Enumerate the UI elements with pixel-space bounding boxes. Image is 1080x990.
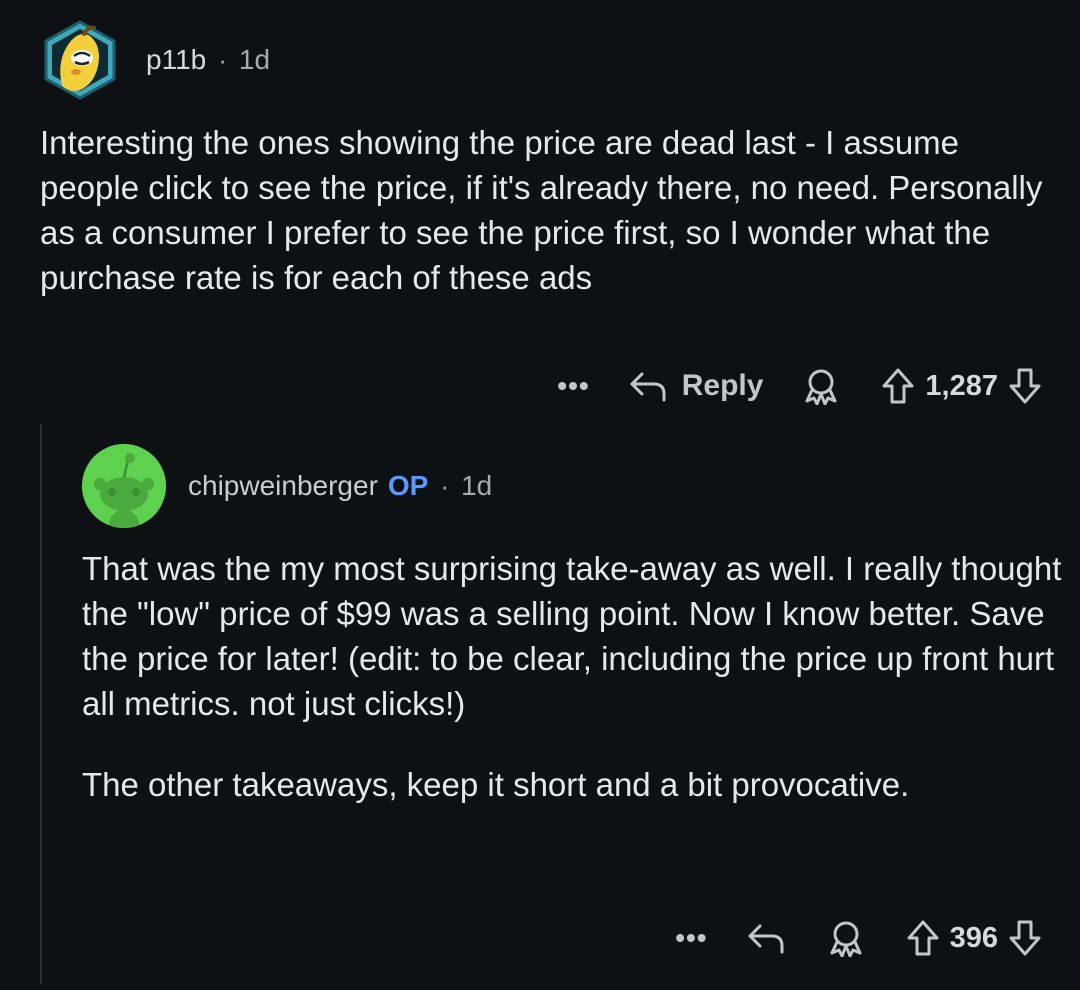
reply-button[interactable]: Reply	[628, 368, 764, 404]
comment-body: Interesting the ones showing the price a…	[40, 124, 1043, 296]
downvote-icon[interactable]	[1008, 919, 1042, 957]
comment-timestamp: 1d	[238, 44, 271, 75]
downvote-icon[interactable]	[1008, 367, 1042, 405]
separator-dot: ·	[440, 470, 450, 501]
award-button[interactable]	[828, 919, 864, 957]
separator-dot: ·	[218, 44, 227, 75]
upvote-icon[interactable]	[881, 367, 915, 405]
award-button[interactable]	[803, 367, 839, 405]
award-icon	[803, 367, 839, 405]
comment-author[interactable]: p11b	[146, 44, 206, 76]
thread-line[interactable]	[40, 424, 42, 984]
vote-controls: 1,287	[881, 367, 1042, 405]
snoo-avatar-icon	[82, 444, 166, 528]
reply-label: Reply	[681, 369, 764, 402]
upvote-icon[interactable]	[906, 919, 940, 957]
more-options-button[interactable]: •••	[675, 924, 707, 952]
award-icon	[828, 919, 864, 957]
reply-paragraph: The other takeaways, keep it short and a…	[82, 766, 910, 803]
vote-controls: 396	[906, 919, 1042, 957]
comment-author[interactable]: chipweinberger	[188, 470, 378, 502]
vote-score: 1,287	[925, 369, 998, 402]
comment-header: p11b · 1d	[40, 18, 270, 102]
more-options-button[interactable]: •••	[557, 372, 589, 400]
reply-arrow-icon	[746, 920, 788, 956]
avatar[interactable]	[82, 444, 166, 528]
reply-paragraph: That was the my most surprising take-awa…	[82, 550, 1062, 722]
reply-body: That was the my most surprising take-awa…	[82, 546, 1062, 807]
reply-arrow-icon	[628, 368, 670, 404]
reply-button[interactable]	[746, 920, 788, 956]
avatar-banana-icon	[44, 20, 116, 100]
comment-actions: ••• Reply 1,287	[557, 362, 1042, 410]
reply-header: chipweinberger OP · 1d	[82, 444, 492, 528]
op-badge: OP	[387, 470, 429, 501]
avatar[interactable]	[40, 20, 120, 100]
vote-score: 396	[949, 921, 998, 954]
reply-actions: ••• 396	[675, 914, 1042, 962]
comment-timestamp: 1d	[461, 470, 493, 501]
